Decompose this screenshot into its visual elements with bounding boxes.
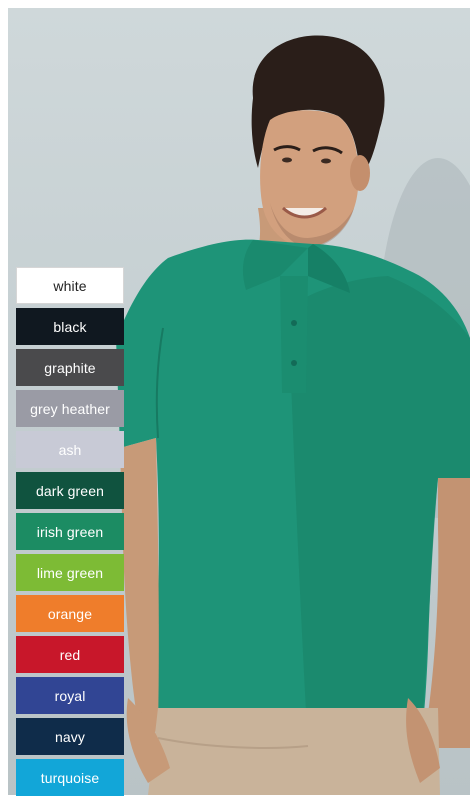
swatch-lime-green[interactable]: lime green	[16, 554, 124, 591]
swatch-dark-green[interactable]: dark green	[16, 472, 124, 509]
swatch-navy[interactable]: navy	[16, 718, 124, 755]
swatch-graphite[interactable]: graphite	[16, 349, 124, 386]
swatch-label: ash	[58, 441, 82, 458]
swatch-white[interactable]: white	[16, 267, 124, 304]
swatch-label: dark green	[36, 482, 104, 499]
color-swatch-list: white black graphite grey heather ash da…	[16, 267, 124, 800]
swatch-ash[interactable]: ash	[16, 431, 124, 468]
swatch-label: red	[59, 646, 81, 663]
swatch-label: royal	[54, 687, 86, 704]
swatch-irish-green[interactable]: irish green	[16, 513, 124, 550]
swatch-red[interactable]: red	[16, 636, 124, 673]
swatch-grey-heather[interactable]: grey heather	[16, 390, 124, 427]
swatch-label: turquoise	[40, 769, 100, 786]
swatch-label: orange	[47, 605, 93, 622]
swatch-label: graphite	[44, 359, 96, 376]
swatch-turquoise[interactable]: turquoise	[16, 759, 124, 796]
swatch-royal[interactable]: royal	[16, 677, 124, 714]
swatch-label: lime green	[36, 564, 104, 581]
swatch-label: black	[53, 318, 87, 335]
swatch-label: white	[53, 277, 87, 294]
swatch-label: grey heather	[30, 400, 110, 417]
swatch-label: navy	[55, 728, 85, 745]
swatch-label: irish green	[36, 523, 104, 540]
swatch-black[interactable]: black	[16, 308, 124, 345]
product-card: white black graphite grey heather ash da…	[0, 0, 470, 796]
swatch-orange[interactable]: orange	[16, 595, 124, 632]
